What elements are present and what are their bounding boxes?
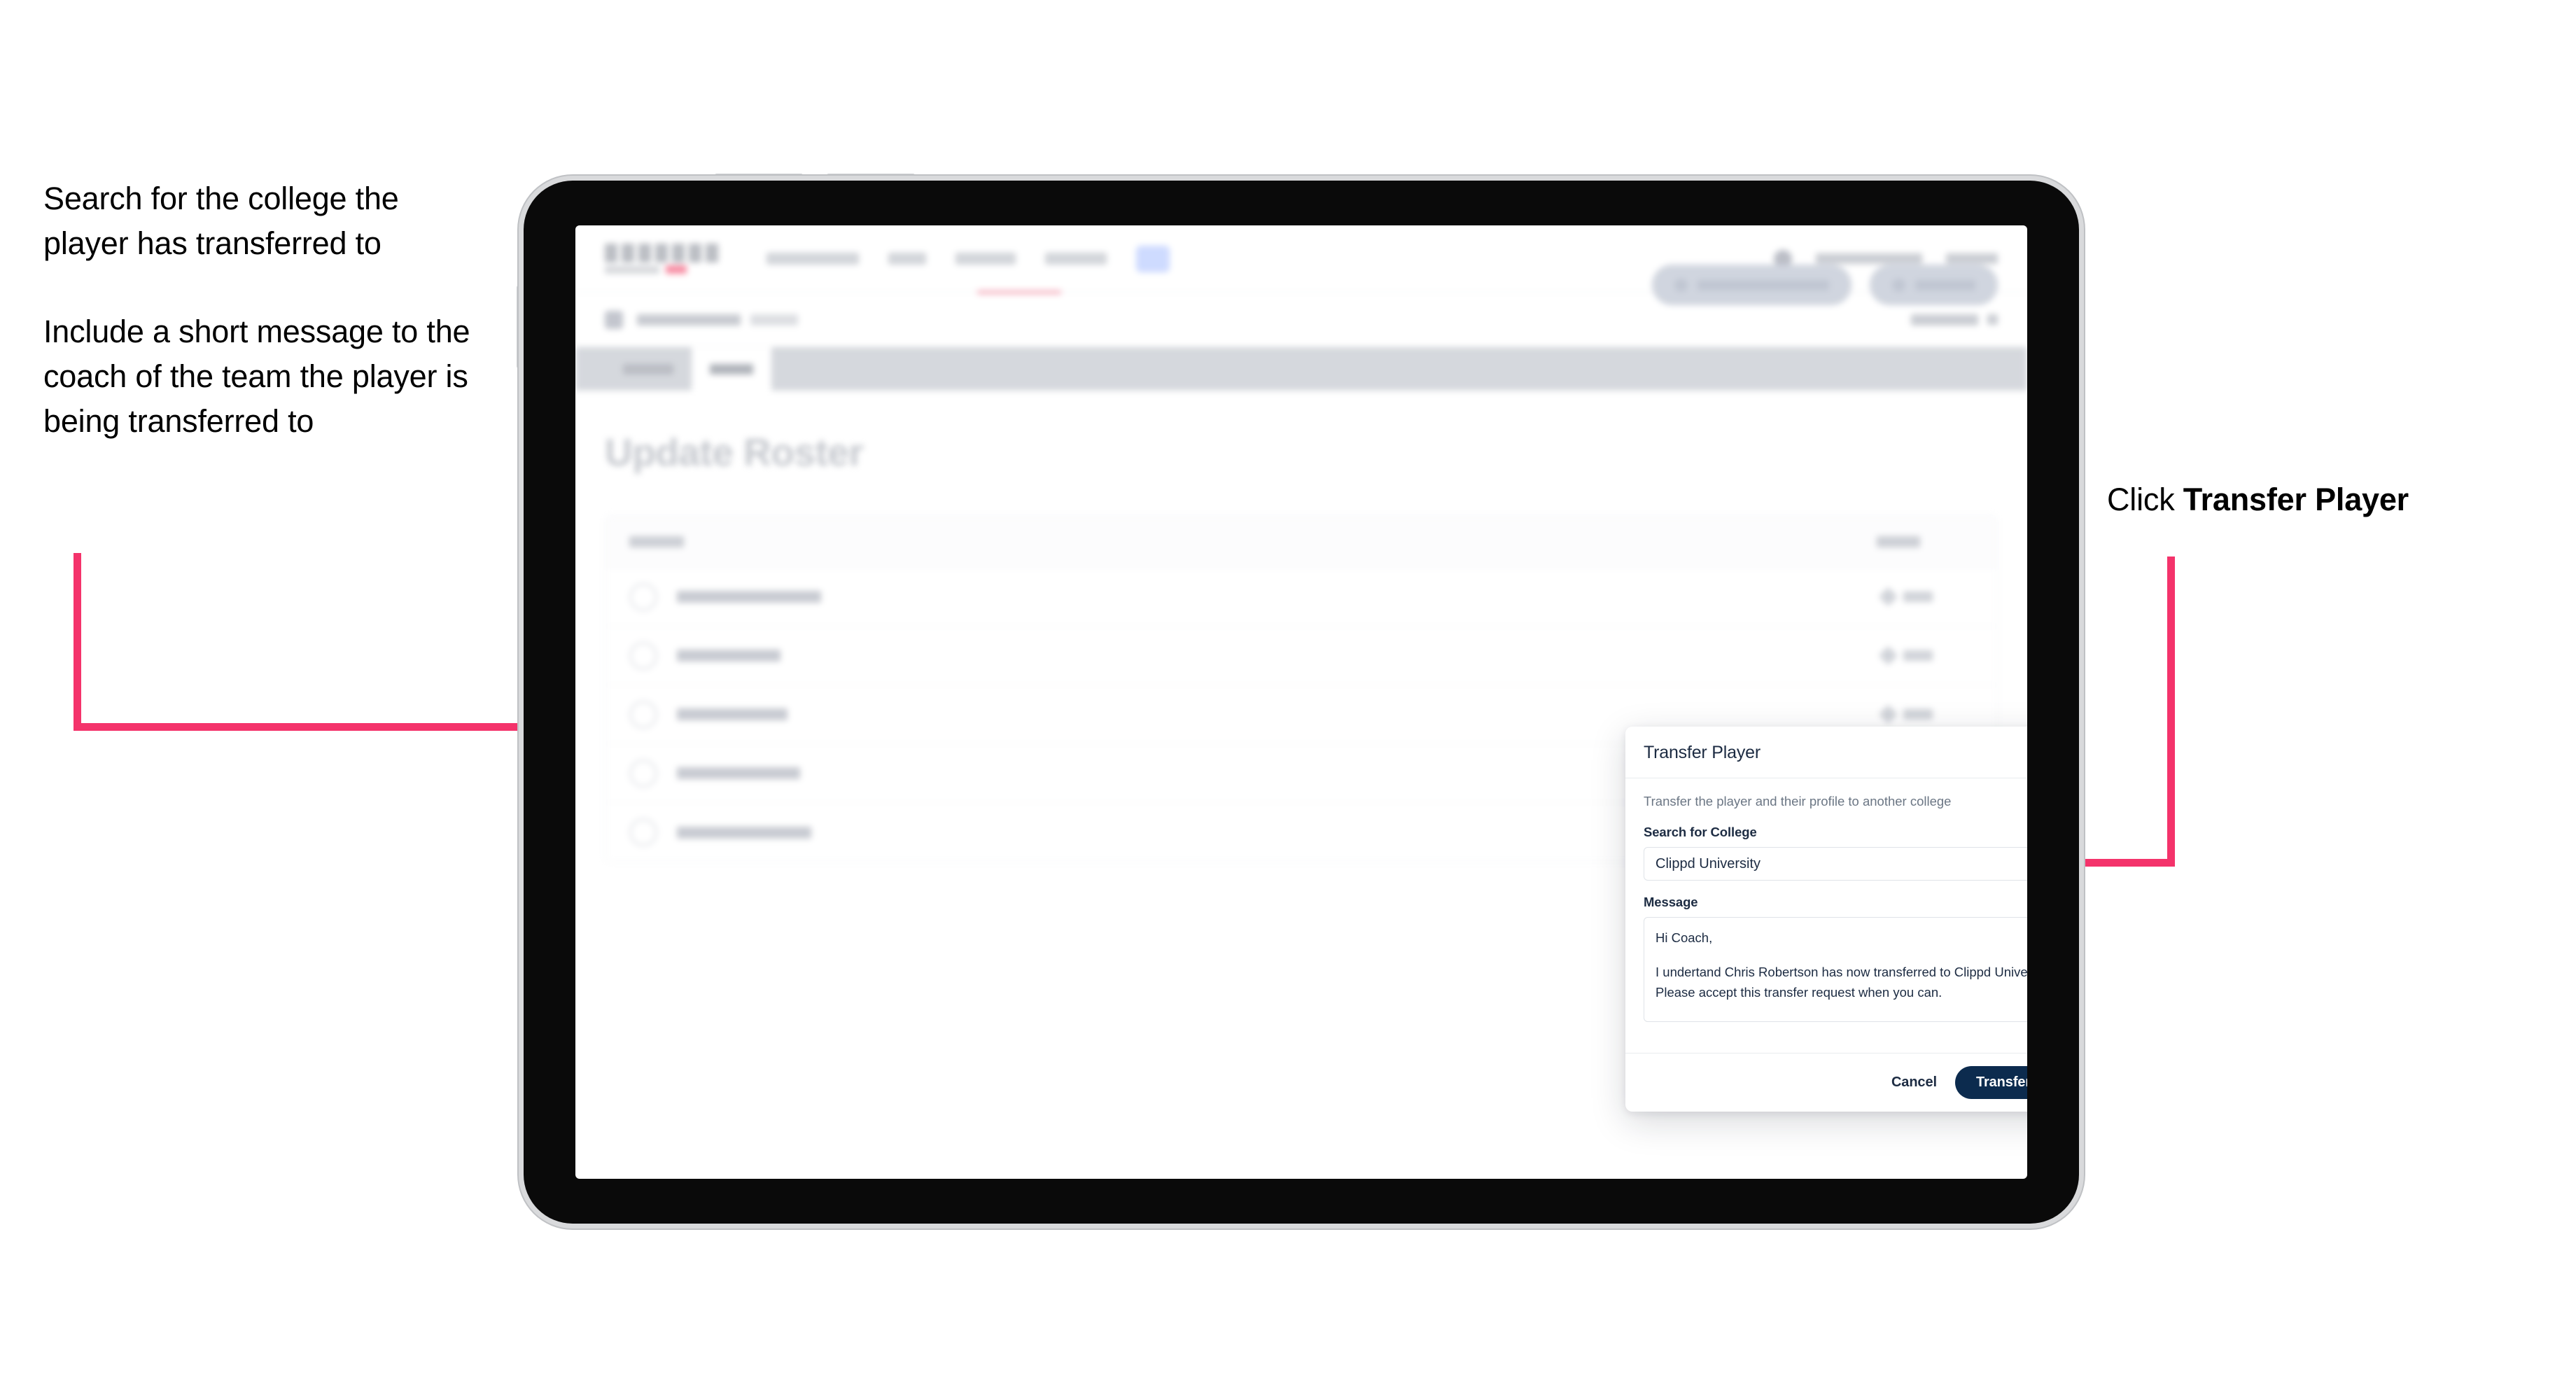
table-row[interactable]: [606, 568, 1997, 626]
message-label: Message: [1644, 895, 1698, 909]
message-line-2: I undertand Chris Robertson has now tran…: [1656, 965, 2027, 1000]
modal-description: Transfer the player and their profile to…: [1644, 794, 1952, 808]
row-edit-action[interactable]: [1879, 646, 1933, 665]
message-textarea[interactable]: Hi Coach, I undertand Chris Robertson ha…: [1644, 917, 2027, 1022]
chevron-down-icon[interactable]: [1987, 314, 1998, 325]
breadcrumb-item-scoreboard[interactable]: [637, 314, 741, 326]
table-row[interactable]: [606, 626, 1997, 685]
add-player-button[interactable]: [1870, 265, 1998, 305]
avatar: [629, 700, 657, 729]
logo-wordmark: [605, 244, 720, 262]
row-edit-action[interactable]: [1879, 705, 1933, 724]
annotation-right-emphasis: Transfer Player: [2183, 482, 2409, 517]
avatar: [629, 641, 657, 670]
tab-strip: [575, 347, 2027, 391]
breadcrumb-item-roster: [750, 314, 798, 326]
nav-item-team[interactable]: [888, 253, 926, 265]
annotation-left-line-1: Search for the college the player has tr…: [43, 181, 399, 261]
nav-item-schedule[interactable]: [955, 253, 1016, 265]
callout-line-left-vertical: [74, 553, 81, 730]
nav-item-analytics[interactable]: [1045, 253, 1107, 265]
cancel-button[interactable]: Cancel: [1891, 1074, 1937, 1091]
player-name: [677, 591, 821, 603]
pencil-icon: [1879, 646, 1898, 665]
nav-item-roster-active[interactable]: [1136, 245, 1170, 272]
request-player-transfer-button[interactable]: [1652, 265, 1851, 305]
transfer-player-button[interactable]: Transfer Player: [1954, 1066, 2027, 1099]
row-edit-action[interactable]: [1879, 587, 1933, 606]
breadcrumb-actions: [1911, 314, 1998, 326]
tab-details[interactable]: [605, 347, 692, 391]
tab-roster[interactable]: [692, 347, 771, 391]
user-email-text: [1816, 253, 1922, 264]
avatar: [629, 818, 657, 846]
avatar: [629, 582, 657, 611]
annotation-left: Search for the college the player has tr…: [43, 176, 491, 443]
player-name: [677, 708, 788, 720]
modal-footer: Cancel Transfer Player: [1625, 1053, 2027, 1112]
pencil-icon: [1879, 705, 1898, 724]
page-title: Update Roster: [605, 430, 864, 474]
tablet-screen: Update Roster Transfer Player Transfer t…: [575, 225, 2027, 1179]
avatar: [629, 759, 657, 788]
player-name: [677, 767, 800, 779]
breadcrumb-icon: [605, 310, 623, 329]
navbar-links: [766, 245, 1170, 272]
transfer-player-modal: Transfer Player × Transfer the player an…: [1625, 727, 2027, 1112]
nav-active-underline: [977, 290, 1061, 294]
page-top-actions: [1652, 265, 1998, 305]
modal-header: Transfer Player ×: [1625, 727, 2027, 778]
breadcrumb-cancel-link[interactable]: [1911, 314, 1978, 326]
app-logo[interactable]: [605, 244, 720, 274]
nav-item-tournaments[interactable]: [766, 253, 859, 265]
screenshot-canvas: Search for the college the player has tr…: [0, 0, 2576, 1386]
player-name: [677, 826, 811, 839]
column-header-edit: [1877, 536, 1920, 547]
annotation-right: Click Transfer Player: [2107, 477, 2527, 522]
pencil-icon: [1879, 587, 1898, 606]
callout-line-right-vertical: [2167, 556, 2175, 864]
annotation-right-prefix: Click: [2107, 482, 2183, 517]
annotation-left-line-2: Include a short message to the coach of …: [43, 313, 470, 439]
message-line-1: Hi Coach,: [1656, 930, 1713, 945]
search-college-label: Search for College: [1644, 825, 1757, 839]
modal-title: Transfer Player: [1644, 743, 1760, 762]
player-name: [677, 650, 780, 662]
logo-subtitle: [605, 265, 720, 274]
roster-table-header: [606, 516, 1997, 568]
modal-body: Transfer the player and their profile to…: [1625, 778, 2027, 1053]
search-college-input[interactable]: Clippd University: [1644, 847, 2027, 881]
sign-out-link[interactable]: [1946, 253, 1998, 264]
column-header-name: [629, 536, 684, 547]
